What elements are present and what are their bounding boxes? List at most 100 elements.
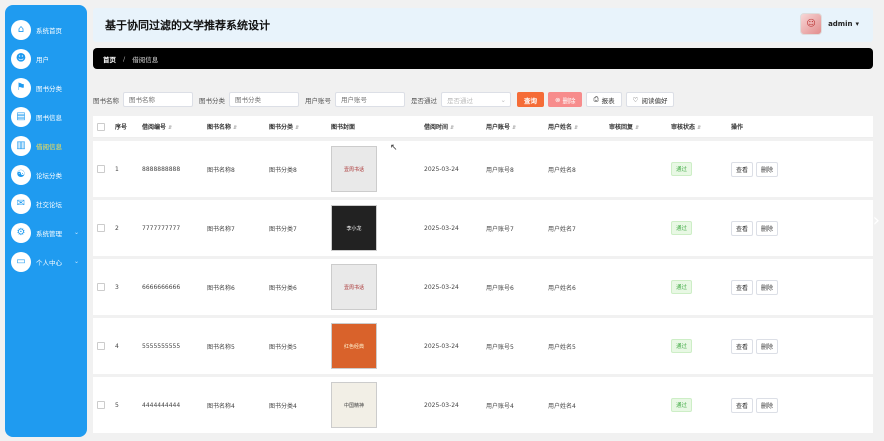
sidebar-item-label: 用户	[36, 55, 49, 64]
book-name-input[interactable]	[123, 92, 193, 107]
borrow-table: 序号 借阅编号 ⇵ 图书名称 ⇵ 图书分类 ⇵ 图书封面 借阅时间 ⇵ 用户账号 ⇵ 用户姓名 ⇵ 审核回复…	[93, 116, 873, 433]
table-row: 2 7777777777 图书名称7 图书分类7 李小龙 2025-03-24 用户账号7 用…	[93, 200, 873, 256]
column-header: 借阅时间 ⇵	[424, 122, 486, 131]
sort-icon[interactable]: ⇵	[450, 125, 454, 131]
select-all-checkbox[interactable]	[97, 122, 105, 131]
book-cover-cell: 壹周书话	[331, 264, 424, 310]
actions-cell: 查看 删除	[731, 279, 811, 295]
column-header: 用户账号 ⇵	[486, 122, 548, 131]
book-category: 图书分类4	[269, 402, 297, 410]
report-button[interactable]: ⎙ 报表	[586, 92, 622, 107]
book-name-label: 图书名称	[93, 96, 119, 105]
sort-icon[interactable]: ⇵	[574, 125, 578, 131]
borrow-number: 8888888888	[142, 165, 181, 173]
user-menu[interactable]: ☺ admin ▾	[800, 13, 859, 35]
row-checkbox[interactable]	[97, 401, 105, 409]
column-header: 序号	[115, 122, 142, 131]
column-header[interactable]	[93, 122, 115, 131]
breadcrumb: 首页 / 借阅信息	[93, 48, 873, 69]
view-button[interactable]: 查看	[731, 220, 754, 236]
sidebar-item-5[interactable]: ☯ 论坛分类	[5, 160, 87, 189]
header: 基于协同过滤的文学推荐系统设计 ☺ admin ▾	[93, 8, 873, 42]
delete-button[interactable]: 删除	[756, 220, 779, 236]
sidebar-item-3[interactable]: ▤ 图书信息	[5, 102, 87, 131]
sort-icon[interactable]: ⇵	[295, 125, 299, 131]
sidebar-item-label: 个人中心	[36, 258, 62, 267]
sidebar-item-label: 社交论坛	[36, 200, 62, 209]
book-name: 图书名称7	[207, 225, 235, 233]
chevron-down-icon: ⌄	[500, 95, 506, 104]
borrow-time: 2025-03-24	[424, 401, 459, 409]
book-category-input[interactable]	[229, 92, 299, 107]
book-name: 图书名称8	[207, 166, 235, 174]
breadcrumb-home[interactable]: 首页	[103, 54, 116, 64]
filter-bar: 图书名称 图书分类 用户账号 是否通过 是否通过 ⌄ 查询 ⊗ 删除 ⎙ 报表 …	[93, 91, 678, 108]
home-icon: ⌂	[11, 19, 31, 40]
forum-icon: ✉	[11, 193, 31, 214]
row-checkbox[interactable]	[97, 165, 105, 173]
delete-button[interactable]: 删除	[756, 397, 779, 413]
reading-preference-button[interactable]: ♡ 阅读偏好	[625, 92, 675, 107]
user-name: admin	[828, 20, 853, 28]
batch-delete-button[interactable]: ⊗ 删除	[548, 92, 583, 107]
book-cover-cell: 李小龙	[331, 205, 424, 251]
row-checkbox-cell	[93, 401, 115, 409]
view-button[interactable]: 查看	[731, 397, 754, 413]
status-badge: 通过	[671, 280, 693, 294]
passed-select[interactable]: 是否通过 ⌄	[441, 92, 511, 107]
borrow-number: 5555555555	[142, 342, 181, 350]
book-cover-image: 中国精神	[331, 382, 377, 428]
query-button[interactable]: 查询	[517, 92, 544, 107]
chevron-down-icon: ⌄	[73, 258, 79, 265]
sort-icon[interactable]: ⇵	[233, 125, 237, 131]
row-checkbox[interactable]	[97, 342, 105, 350]
column-header: 图书名称 ⇵	[207, 122, 269, 131]
view-button[interactable]: 查看	[731, 338, 754, 354]
row-index: 4	[115, 342, 119, 350]
delete-button[interactable]: 删除	[756, 338, 779, 354]
column-header: 借阅编号 ⇵	[142, 122, 207, 131]
delete-button[interactable]: 删除	[756, 279, 779, 295]
actions-cell: 查看 删除	[731, 220, 811, 236]
sidebar-item-2[interactable]: ⚑ 图书分类	[5, 73, 87, 102]
sidebar-item-8[interactable]: ▭ 个人中心 ⌄	[5, 247, 87, 276]
user-name: 用户姓名8	[548, 166, 576, 174]
row-checkbox-cell	[93, 224, 115, 232]
table-body: 1 8888888888 图书名称8 图书分类8 壹周书话 2025-03-24 用户账号8…	[93, 141, 873, 433]
row-index: 3	[115, 283, 119, 291]
chevron-right-icon[interactable]: ›	[873, 210, 880, 231]
sidebar-item-0[interactable]: ⌂ 系统首页	[5, 15, 87, 44]
sort-icon[interactable]: ⇵	[512, 125, 516, 131]
sidebar-item-label: 借阅信息	[36, 142, 62, 151]
settings-icon: ⚙	[11, 222, 31, 243]
column-header: 用户姓名 ⇵	[548, 122, 609, 131]
sidebar-item-1[interactable]: ☻ 用户	[5, 44, 87, 73]
column-header-label: 图书分类	[269, 124, 294, 131]
column-header: 审核回复 ⇵	[609, 122, 671, 131]
row-checkbox-cell	[93, 165, 115, 173]
user-account: 用户账号8	[486, 166, 514, 174]
view-button[interactable]: 查看	[731, 279, 754, 295]
sort-icon[interactable]: ⇵	[697, 125, 701, 131]
delete-button[interactable]: 删除	[756, 161, 779, 177]
view-button[interactable]: 查看	[731, 161, 754, 177]
sidebar-item-7[interactable]: ⚙ 系统管理 ⌄	[5, 218, 87, 247]
book-name: 图书名称5	[207, 343, 235, 351]
user-account-input[interactable]	[335, 92, 405, 107]
row-checkbox[interactable]	[97, 224, 105, 232]
user-account: 用户账号7	[486, 225, 514, 233]
batch-delete-label: 删除	[562, 96, 576, 105]
column-header-label: 用户姓名	[548, 124, 573, 131]
row-checkbox[interactable]	[97, 283, 105, 291]
sort-icon[interactable]: ⇵	[168, 125, 172, 131]
print-icon: ⎙	[593, 95, 599, 103]
row-index: 1	[115, 165, 119, 173]
borrow-time: 2025-03-24	[424, 165, 459, 173]
column-header: 操作	[731, 122, 811, 131]
sidebar-item-6[interactable]: ✉ 社交论坛	[5, 189, 87, 218]
sort-icon[interactable]: ⇵	[635, 125, 639, 131]
reading-preference-label: 阅读偏好	[641, 96, 668, 105]
book-icon: ▤	[11, 106, 31, 127]
sidebar-item-4[interactable]: ▥ 借阅信息	[5, 131, 87, 160]
profile-icon: ▭	[11, 251, 31, 272]
